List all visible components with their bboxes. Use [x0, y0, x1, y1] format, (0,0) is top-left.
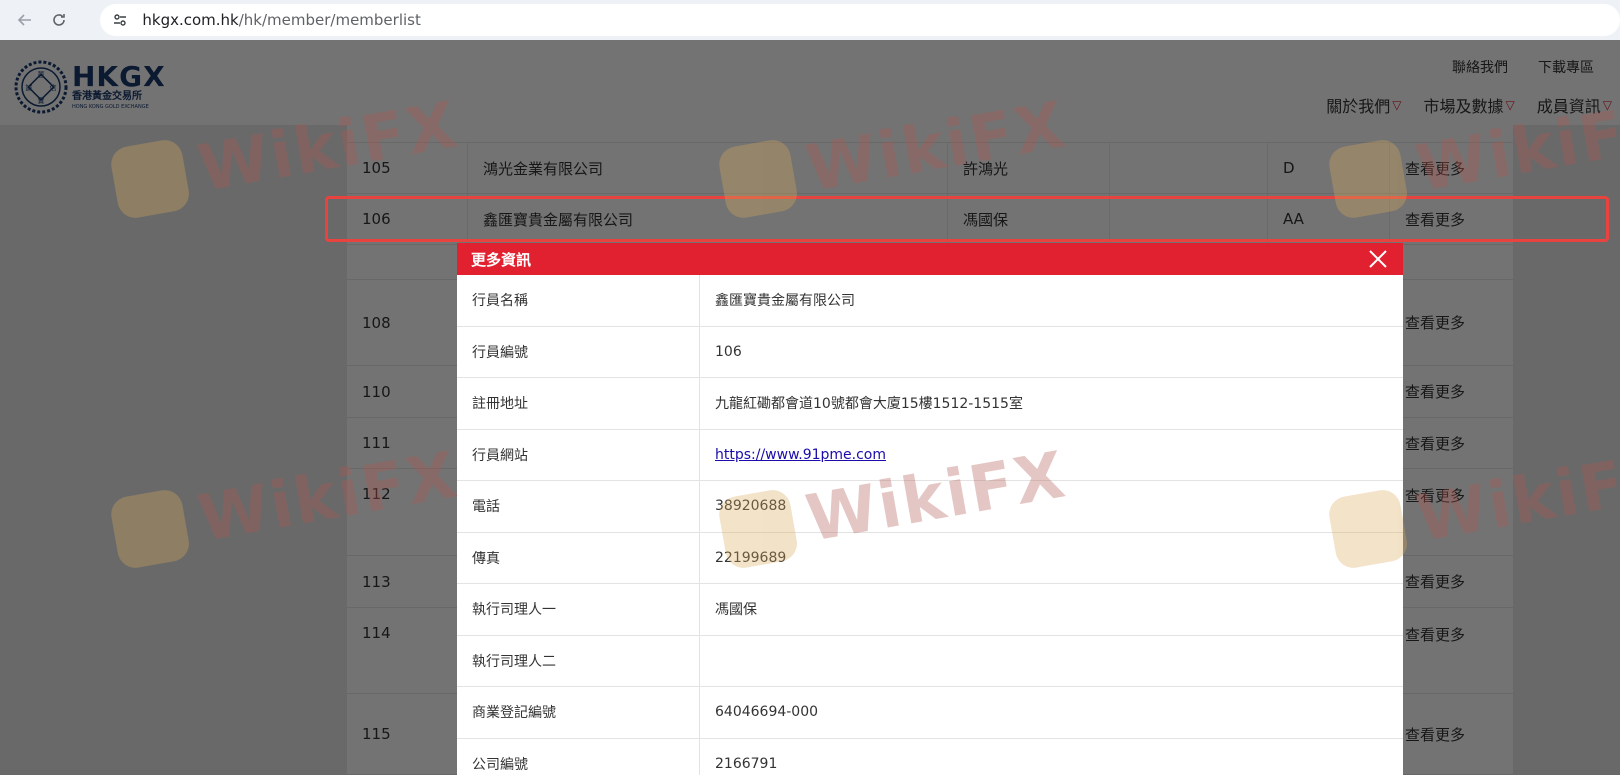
- seal-char-top: 蕙: [38, 70, 45, 79]
- info-value: 22199689: [715, 549, 787, 566]
- member-representative: 許鴻光: [948, 143, 1110, 193]
- seal-char-bottom: 實: [38, 96, 45, 105]
- member-number: 114: [347, 608, 468, 693]
- member-number: 105: [347, 143, 468, 193]
- nav-market-data[interactable]: 市場及數據 ▽: [1424, 93, 1515, 117]
- info-label: 商業登記編號: [457, 687, 700, 738]
- info-label: 執行司理人一: [457, 584, 700, 635]
- info-row-address: 註冊地址 九龍紅磡都會道10號都會大廈15樓1512-1515室: [457, 378, 1403, 430]
- seal-char-right: 信: [50, 83, 57, 92]
- nav-about[interactable]: 關於我們 ▽: [1326, 93, 1401, 117]
- reload-icon[interactable]: [42, 4, 76, 36]
- member-number: 111: [347, 418, 468, 468]
- info-value: https://www.91pme.com: [700, 430, 1403, 481]
- info-value: 馮國保: [715, 602, 757, 619]
- more-info-modal: 更多資訊 行員名稱 鑫匯寶貴金屬有限公司 行員編號 106 註冊地址 九龍紅磡都…: [457, 243, 1403, 775]
- member-number: 108: [347, 280, 468, 365]
- chevron-down-icon: ▽: [1505, 98, 1515, 112]
- member-number: 112: [347, 469, 468, 555]
- info-label: 電話: [457, 481, 700, 532]
- logo-main: HKGX: [72, 60, 166, 93]
- back-arrow-icon[interactable]: [8, 4, 42, 36]
- site-header: 蕙 誠 信 實 HKGX 香港黃金交易所 HONG KONG GOLD EXCH…: [0, 40, 1620, 125]
- view-more-link[interactable]: 查看更多: [1390, 418, 1513, 468]
- address-bar[interactable]: hkgx.com.hk/hk/member/memberlist: [100, 4, 1620, 36]
- member-name: 鴻光金業有限公司: [468, 143, 948, 193]
- url-host: hkgx.com.hk: [142, 11, 239, 29]
- info-value: 106: [715, 343, 742, 360]
- modal-title: 更多資訊: [471, 250, 532, 269]
- view-more-link[interactable]: 查看更多: [1390, 608, 1513, 693]
- view-more-link[interactable]: 查看更多: [1390, 556, 1513, 607]
- url-path: /hk/member/memberlist: [238, 11, 421, 29]
- nav-member-info[interactable]: 成員資訊 ▽: [1537, 93, 1612, 117]
- table-row: 105 鴻光金業有限公司 許鴻光 D 查看更多: [347, 143, 1513, 194]
- info-value: 2166791: [715, 755, 778, 772]
- main-nav: 關於我們 ▽ 市場及數據 ▽ 成員資訊 ▽: [1326, 93, 1612, 117]
- info-value: [700, 636, 1403, 687]
- info-row-member-number: 行員編號 106: [457, 326, 1403, 378]
- site-settings-icon[interactable]: [108, 8, 132, 32]
- website-link[interactable]: https://www.91pme.com: [715, 447, 886, 463]
- info-label: 行員編號: [457, 326, 700, 377]
- empty-cell: [1110, 143, 1268, 193]
- member-category: D: [1268, 143, 1390, 193]
- info-row-member-name: 行員名稱 鑫匯寶貴金屬有限公司: [457, 275, 1403, 327]
- table-row: [347, 125, 1513, 143]
- info-row-fax: 傳真 22199689: [457, 532, 1403, 584]
- view-more-link[interactable]: 查看更多: [1390, 694, 1513, 774]
- member-number: 115: [347, 694, 468, 774]
- view-more-link[interactable]: 查看更多: [1390, 469, 1513, 555]
- logo-english: HONG KONG GOLD EXCHANGE: [72, 104, 149, 110]
- utility-links: 聯絡我們 下載專區: [1452, 57, 1594, 77]
- contact-us-link[interactable]: 聯絡我們: [1452, 57, 1508, 77]
- info-row-br-number: 商業登記編號 64046694-000: [457, 687, 1403, 739]
- info-row-phone: 電話 38920688: [457, 481, 1403, 533]
- info-label: 執行司理人二: [457, 635, 700, 686]
- logo-text: HKGX 香港黃金交易所 HONG KONG GOLD EXCHANGE: [72, 63, 166, 111]
- info-value: 鑫匯寶貴金屬有限公司: [715, 293, 855, 310]
- info-row-manager-2: 執行司理人二: [457, 635, 1403, 687]
- info-row-company-number: 公司編號 2166791: [457, 738, 1403, 775]
- chevron-down-icon: ▽: [1392, 98, 1402, 112]
- view-more-link[interactable]: 查看更多: [1390, 143, 1513, 193]
- info-value: 38920688: [715, 498, 787, 515]
- info-label: 公司編號: [457, 738, 700, 775]
- info-label: 行員名稱: [457, 275, 700, 326]
- nav-about-label: 關於我們: [1326, 97, 1391, 116]
- info-label: 註冊地址: [457, 378, 700, 429]
- row-highlight-annotation: [325, 196, 1609, 242]
- nav-member-label: 成員資訊: [1536, 97, 1601, 116]
- downloads-link[interactable]: 下載專區: [1538, 57, 1594, 77]
- nav-market-label: 市場及數據: [1423, 97, 1504, 116]
- modal-header: 更多資訊: [457, 243, 1403, 275]
- info-value: 64046694-000: [715, 704, 819, 721]
- info-row-website: 行員網站 https://www.91pme.com: [457, 429, 1403, 481]
- info-value: 九龍紅磡都會道10號都會大廈15樓1512-1515室: [715, 396, 1023, 413]
- seal-icon: 蕙 誠 信 實: [14, 60, 68, 114]
- browser-toolbar: hkgx.com.hk/hk/member/memberlist: [0, 0, 1620, 40]
- member-number: 110: [347, 366, 468, 417]
- view-more-link[interactable]: 查看更多: [1390, 280, 1513, 365]
- info-label: 行員網站: [457, 429, 700, 480]
- url-text: hkgx.com.hk/hk/member/memberlist: [142, 11, 420, 29]
- chevron-down-icon: ▽: [1602, 98, 1612, 112]
- info-row-manager-1: 執行司理人一 馮國保: [457, 584, 1403, 636]
- view-more-link[interactable]: 查看更多: [1390, 366, 1513, 417]
- info-label: 傳真: [457, 532, 700, 583]
- close-icon[interactable]: [1367, 248, 1389, 270]
- hkgx-logo[interactable]: 蕙 誠 信 實 HKGX 香港黃金交易所 HONG KONG GOLD EXCH…: [14, 60, 166, 114]
- seal-char-left: 誠: [26, 83, 33, 92]
- member-number: 113: [347, 556, 468, 607]
